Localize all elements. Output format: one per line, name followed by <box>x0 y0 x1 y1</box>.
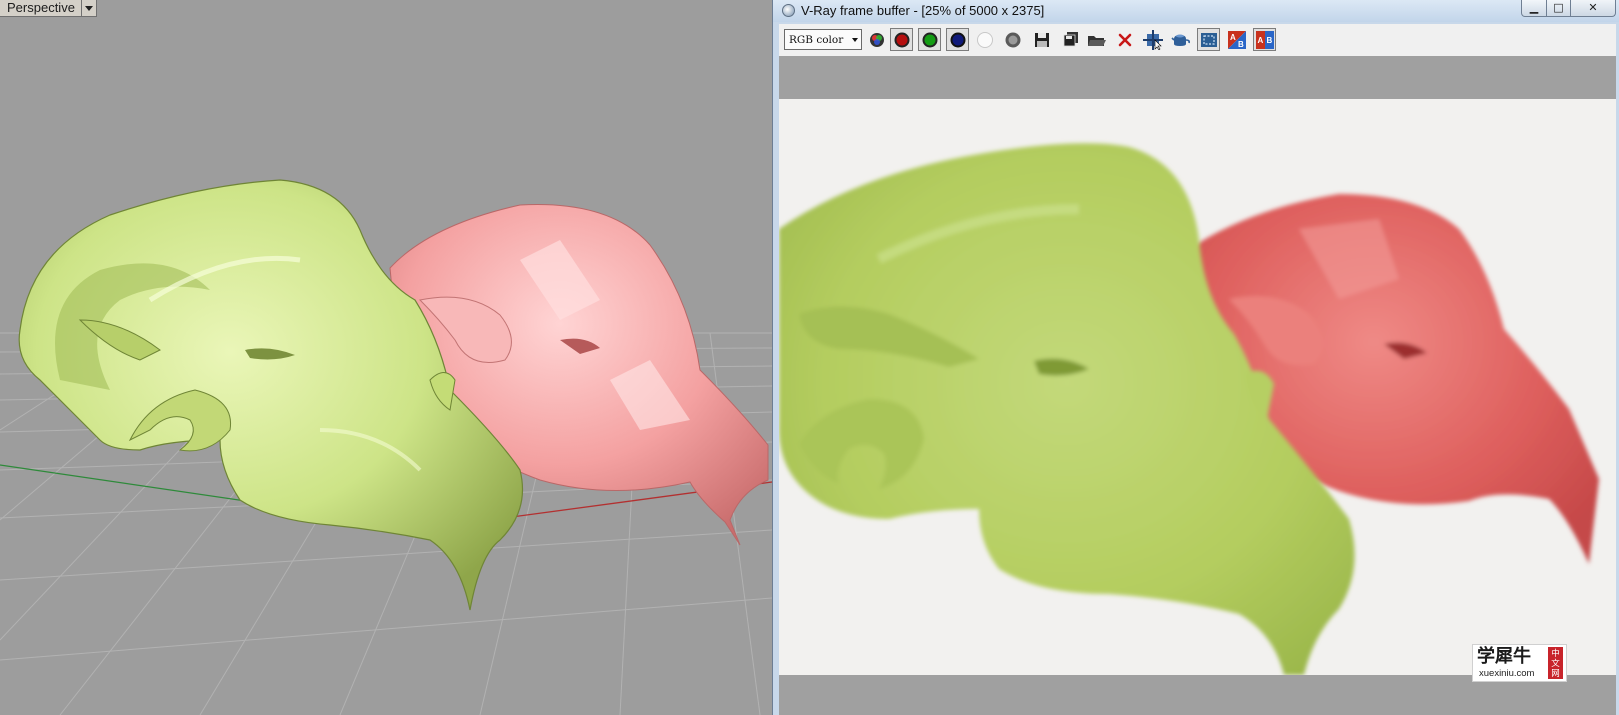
red-channel-icon[interactable] <box>890 28 913 51</box>
track-mouse-icon[interactable] <box>1141 28 1164 51</box>
render-last-icon[interactable] <box>1169 28 1192 51</box>
vray-icon[interactable] <box>782 4 795 17</box>
svg-text:A: A <box>1230 33 1236 42</box>
save-all-icon[interactable] <box>1058 28 1081 51</box>
alpha-channel-icon[interactable] <box>973 28 996 51</box>
viewport-title-tab[interactable]: Perspective <box>0 0 97 17</box>
vray-frame-buffer-window: V-Ray frame buffer - [25% of 5000 x 2375… <box>772 0 1619 715</box>
minimize-icon: ▁ <box>1529 1 1539 14</box>
svg-text:A: A <box>1257 36 1263 45</box>
compare-ab-horizontal-icon[interactable]: AB <box>1253 28 1276 51</box>
svg-text:B: B <box>1266 36 1272 45</box>
watermark-logo: 学犀牛 xuexiniu.com 中 文 网 <box>1472 644 1567 682</box>
load-image-icon[interactable] <box>1085 28 1108 51</box>
chevron-down-icon[interactable] <box>848 30 861 49</box>
watermark-chinese: 学犀牛 <box>1477 646 1531 667</box>
compare-ab-icon[interactable]: AB <box>1225 28 1248 51</box>
blue-channel-icon[interactable] <box>946 28 969 51</box>
green-channel-icon[interactable] <box>918 28 941 51</box>
watermark-url: xuexiniu.com <box>1479 668 1535 679</box>
watermark-tag-char: 文 <box>1551 658 1560 668</box>
frame-buffer-toolbar: RGB color A B A B <box>779 24 1616 56</box>
maximize-button[interactable]: □ <box>1546 0 1571 17</box>
chevron-down-icon[interactable] <box>80 0 96 16</box>
minimize-button[interactable]: ▁ <box>1521 0 1547 17</box>
channel-select[interactable]: RGB color <box>784 29 862 50</box>
render-image-area[interactable]: 学犀牛 xuexiniu.com 中 文 网 <box>779 56 1616 715</box>
clear-image-icon[interactable] <box>1113 28 1136 51</box>
window-title: V-Ray frame buffer - [25% of 5000 x 2375… <box>801 3 1045 18</box>
display-channels-icon[interactable] <box>865 28 888 51</box>
viewport-title[interactable]: Perspective <box>0 0 81 16</box>
perspective-viewport[interactable]: Perspective <box>0 0 772 715</box>
maximize-icon: □ <box>1553 1 1564 14</box>
viewport-scene <box>0 179 772 715</box>
watermark-tag-char: 中 <box>1551 648 1560 658</box>
rendered-image <box>779 99 1616 675</box>
window-titlebar[interactable]: V-Ray frame buffer - [25% of 5000 x 2375… <box>773 0 1619 22</box>
region-render-icon[interactable] <box>1197 28 1220 51</box>
close-icon: ✕ <box>1588 1 1598 14</box>
watermark-tag-char: 网 <box>1551 668 1560 678</box>
save-image-icon[interactable] <box>1030 28 1053 51</box>
svg-text:B: B <box>1238 40 1244 49</box>
close-button[interactable]: ✕ <box>1570 0 1616 17</box>
monochrome-icon[interactable] <box>1001 28 1024 51</box>
watermark-tag: 中 文 网 <box>1548 647 1563 679</box>
channel-select-value: RGB color <box>789 33 844 46</box>
